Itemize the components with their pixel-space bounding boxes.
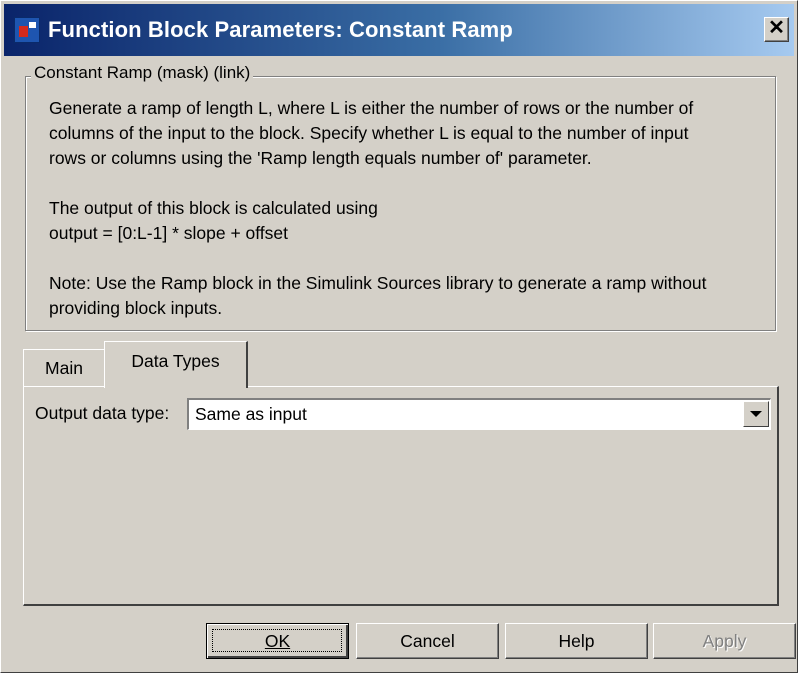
close-icon[interactable]: ✕	[764, 17, 789, 42]
window-title: Function Block Parameters: Constant Ramp	[48, 17, 513, 42]
icon-white-square	[29, 22, 36, 28]
mask-group-title: Constant Ramp (mask) (link)	[31, 63, 254, 83]
description-line: providing block inputs.	[49, 298, 223, 318]
help-button[interactable]: Help	[505, 623, 648, 659]
output-data-type-label: Output data type:	[35, 403, 170, 423]
mask-description: Generate a ramp of length L, where L is …	[49, 96, 769, 321]
title-bar[interactable]: Function Block Parameters: Constant Ramp…	[4, 4, 794, 56]
dialog-window: Function Block Parameters: Constant Ramp…	[0, 0, 798, 673]
description-line: columns of the input to the block. Speci…	[49, 123, 689, 143]
description-line: The output of this block is calculated u…	[49, 198, 378, 218]
output-data-type-value: Same as input	[195, 404, 307, 424]
ok-button-label: OK	[264, 630, 291, 651]
tab-data-types[interactable]: Data Types	[104, 341, 248, 388]
description-line: rows or columns using the 'Ramp length e…	[49, 148, 592, 168]
apply-button[interactable]: Apply	[653, 623, 796, 659]
description-line: Note: Use the Ramp block in the Simulink…	[49, 273, 707, 293]
chevron-down-icon[interactable]	[743, 401, 769, 427]
cancel-button[interactable]: Cancel	[356, 623, 499, 659]
tab-main[interactable]: Main	[23, 349, 105, 387]
output-data-type-select[interactable]: Same as input	[187, 398, 771, 430]
description-line: Generate a ramp of length L, where L is …	[49, 98, 694, 118]
simulink-block-icon	[14, 17, 40, 43]
description-line: output = [0:L-1] * slope + offset	[49, 223, 289, 243]
icon-red-square	[19, 26, 28, 37]
ok-button[interactable]: OK	[206, 623, 349, 659]
